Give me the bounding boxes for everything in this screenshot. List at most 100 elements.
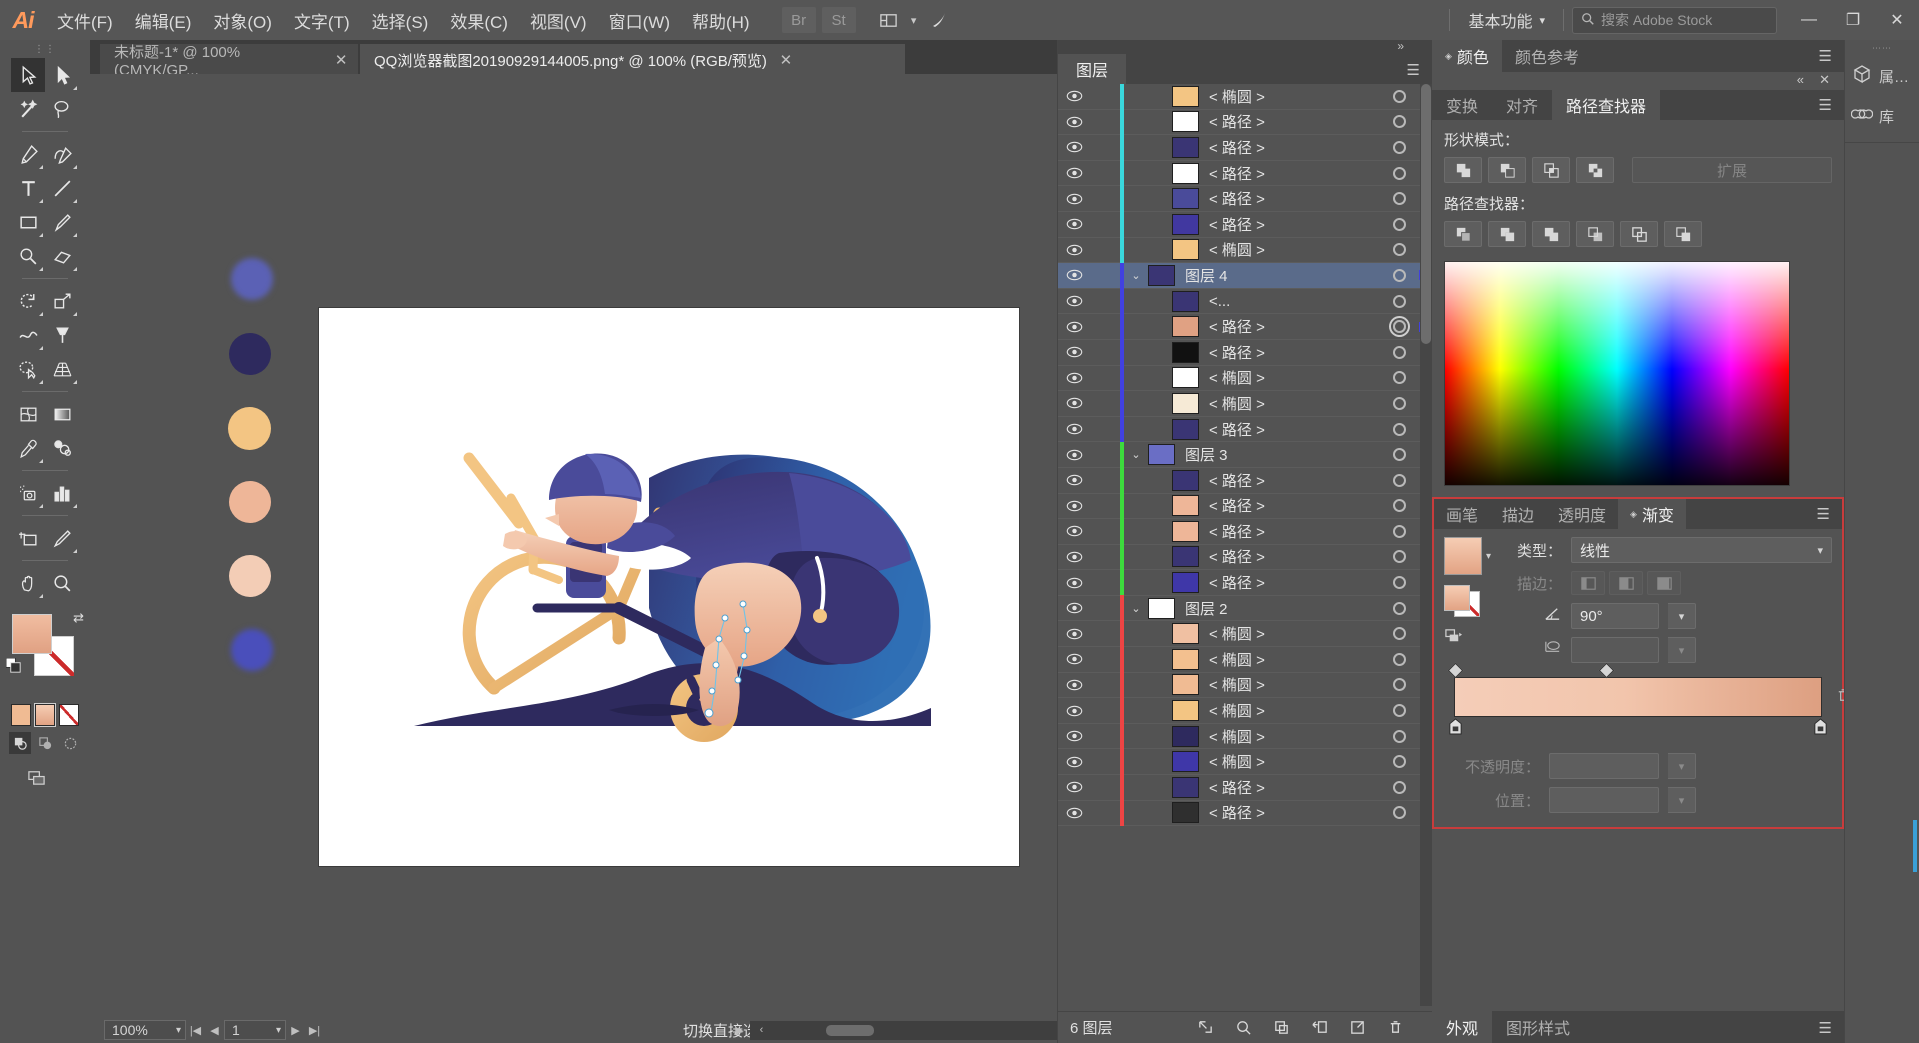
gradient-preview-swatch[interactable]	[1444, 537, 1482, 575]
divide-icon[interactable]	[1444, 221, 1482, 247]
width-tool[interactable]	[11, 318, 45, 352]
minus-back-icon[interactable]	[1664, 221, 1702, 247]
next-artboard-button[interactable]: ▶	[286, 1020, 305, 1040]
dock-item-libraries[interactable]: 库	[1845, 96, 1919, 136]
trim-icon[interactable]	[1488, 221, 1526, 247]
layer-target-icon[interactable]	[1382, 704, 1416, 718]
merge-icon[interactable]	[1532, 221, 1570, 247]
menu-view[interactable]: 视图(V)	[519, 0, 598, 40]
menu-edit[interactable]: 编辑(E)	[124, 0, 203, 40]
layer-target-icon[interactable]	[1382, 115, 1416, 129]
tab-pathfinder[interactable]: 路径查找器	[1552, 90, 1661, 120]
gradient-panel-menu-icon[interactable]: ☰	[1817, 505, 1830, 523]
layer-visibility-icon[interactable]	[1058, 193, 1090, 205]
layer-target-icon[interactable]	[1382, 140, 1416, 154]
layer-name[interactable]: < 路径 >	[1199, 163, 1382, 184]
layer-target-icon[interactable]	[1382, 422, 1416, 436]
layer-visibility-icon[interactable]	[1058, 781, 1090, 793]
scale-tool[interactable]	[45, 284, 79, 318]
tab-layers[interactable]: 图层	[1058, 54, 1127, 84]
gradient-stop-start-handle[interactable]	[1448, 718, 1463, 735]
layer-target-icon[interactable]	[1382, 217, 1416, 231]
layer-row[interactable]: < 椭圆 >	[1058, 365, 1432, 392]
workspace-switcher[interactable]: 基本功能 ▾	[1458, 6, 1555, 34]
layer-twirl-icon[interactable]: ⌄	[1124, 269, 1148, 282]
layer-target-icon[interactable]	[1382, 89, 1416, 103]
layer-visibility-icon[interactable]	[1058, 218, 1090, 230]
gradient-type-select[interactable]: 线性 ▾	[1571, 537, 1832, 563]
draw-behind-icon[interactable]	[34, 732, 56, 754]
layer-row[interactable]: < 路径 >	[1058, 313, 1432, 340]
menu-window[interactable]: 窗口(W)	[598, 0, 681, 40]
layer-name[interactable]: < 路径 >	[1199, 521, 1382, 542]
layer-target-icon[interactable]	[1382, 320, 1416, 334]
first-artboard-button[interactable]: |◀	[186, 1020, 205, 1040]
layer-row[interactable]: < 椭圆 >	[1058, 723, 1432, 750]
layer-name[interactable]: < 椭圆 >	[1199, 726, 1382, 747]
color-panel-menu-icon[interactable]: ☰	[1819, 47, 1832, 65]
screen-mode-button[interactable]	[22, 766, 50, 788]
layer-row[interactable]: ⌄ 图层 3	[1058, 441, 1432, 468]
perspective-grid-tool[interactable]	[45, 352, 79, 386]
layers-panel-menu-icon[interactable]: ☰	[1407, 61, 1420, 79]
layer-name[interactable]: < 路径 >	[1199, 777, 1382, 798]
symbol-sprayer-tool[interactable]	[11, 476, 45, 510]
layer-target-icon[interactable]	[1382, 601, 1416, 615]
layer-row[interactable]: < 路径 >	[1058, 800, 1432, 827]
layer-visibility-icon[interactable]	[1058, 423, 1090, 435]
layer-name[interactable]: < 路径 >	[1199, 137, 1382, 158]
layer-visibility-icon[interactable]	[1058, 449, 1090, 461]
canvas-hscroll-thumb[interactable]	[826, 1025, 874, 1036]
layer-target-icon[interactable]	[1382, 550, 1416, 564]
outline-icon[interactable]	[1620, 221, 1658, 247]
layer-twirl-icon[interactable]: ⌄	[1124, 448, 1148, 461]
layer-target-icon[interactable]	[1382, 243, 1416, 257]
create-new-sublayer-icon[interactable]	[1300, 1012, 1338, 1043]
last-artboard-button[interactable]: ▶|	[305, 1020, 324, 1040]
layer-row[interactable]: < 椭圆 >	[1058, 672, 1432, 699]
layer-name[interactable]: < 路径 >	[1199, 316, 1382, 337]
eraser-tool[interactable]	[45, 239, 79, 273]
layer-name[interactable]: < 路径 >	[1199, 419, 1382, 440]
layer-visibility-icon[interactable]	[1058, 551, 1090, 563]
menu-object[interactable]: 对象(O)	[202, 0, 283, 40]
dock-drag-handle[interactable]: ⋯⋯	[1845, 40, 1919, 56]
column-graph-tool[interactable]	[45, 476, 79, 510]
layer-name[interactable]: 图层 4	[1175, 265, 1382, 286]
layer-name[interactable]: 图层 2	[1175, 598, 1382, 619]
gradient-stop-end-handle[interactable]	[1813, 718, 1828, 735]
default-fill-stroke-icon[interactable]	[5, 657, 23, 680]
intersect-icon[interactable]	[1532, 157, 1570, 183]
layer-row[interactable]: < 椭圆 >	[1058, 237, 1432, 264]
layer-visibility-icon[interactable]	[1058, 628, 1090, 640]
menu-effect[interactable]: 效果(C)	[439, 0, 519, 40]
layer-visibility-icon[interactable]	[1058, 372, 1090, 384]
layer-target-icon[interactable]	[1382, 192, 1416, 206]
layers-scroll-thumb[interactable]	[1421, 84, 1431, 344]
layer-target-icon[interactable]	[1382, 396, 1416, 410]
layer-row[interactable]: < 路径 >	[1058, 518, 1432, 545]
layer-row[interactable]: < 椭圆 >	[1058, 646, 1432, 673]
pen-tool[interactable]	[11, 137, 45, 171]
layer-target-icon[interactable]	[1382, 294, 1416, 308]
layer-name[interactable]: < 椭圆 >	[1199, 367, 1382, 388]
artboard-chevron-down-icon[interactable]: ▾	[276, 1025, 281, 1036]
layer-row[interactable]: < 路径 >	[1058, 569, 1432, 596]
document-tab-1-close-icon[interactable]: ✕	[334, 51, 348, 69]
gradient-slider[interactable]	[1447, 662, 1849, 735]
blend-tool[interactable]	[45, 431, 79, 465]
layer-name[interactable]: < 路径 >	[1199, 802, 1382, 823]
pathfinder-close-icon[interactable]: ✕	[1819, 72, 1830, 88]
layer-target-icon[interactable]	[1382, 627, 1416, 641]
gradient-preset-chevron-icon[interactable]: ▾	[1486, 551, 1491, 562]
prev-artboard-button[interactable]: ◀	[205, 1020, 224, 1040]
layer-visibility-icon[interactable]	[1058, 244, 1090, 256]
layer-visibility-icon[interactable]	[1058, 346, 1090, 358]
layer-target-icon[interactable]	[1382, 499, 1416, 513]
layer-target-icon[interactable]	[1382, 524, 1416, 538]
layer-name[interactable]: < 椭圆 >	[1199, 751, 1382, 772]
window-restore-button[interactable]: ❐	[1831, 0, 1875, 40]
layer-name[interactable]: < 路径 >	[1199, 111, 1382, 132]
layer-visibility-icon[interactable]	[1058, 474, 1090, 486]
layer-target-icon[interactable]	[1382, 806, 1416, 820]
